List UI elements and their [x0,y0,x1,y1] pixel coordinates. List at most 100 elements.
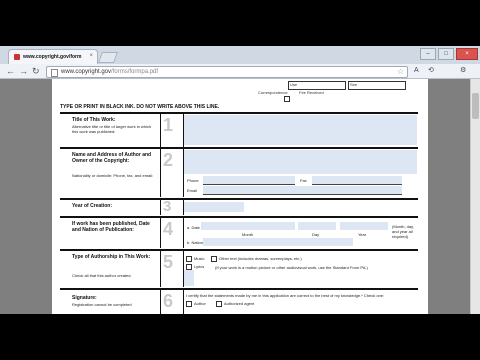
tab-bar: www.copyright.gov/form × – □ × [0,46,480,65]
section-1-number: 1 [163,115,174,135]
lyrics-label: Lyrics [194,264,205,270]
extension-icon[interactable]: ⟲ [428,66,434,76]
section-4-numcol: 4 [160,218,184,248]
bookmark-star-icon[interactable]: ☆ [397,67,404,77]
section-2: Name and Address of Author and Owner of … [60,149,418,197]
music-checkbox[interactable] [186,256,192,262]
phone-field[interactable] [203,176,295,184]
vertical-scrollbar[interactable] [470,79,480,314]
tab-close-icon[interactable]: × [89,53,93,59]
section-4-number: 4 [163,219,174,239]
author-option[interactable]: Author [186,301,206,307]
browser-toolbar: ← → ↻ www.copyright.gov/forms/formpa.pdf… [0,64,480,79]
new-tab-button[interactable] [97,52,119,63]
other-text-label: Other text (includes dramas, screenplays… [219,256,302,262]
form-header: TYPE OR PRINT IN BLACK INK. DO NOT WRITE… [60,104,220,110]
agent-option[interactable]: Authorized agent [216,301,254,307]
date-label: a. Date [187,225,200,230]
agent-label: Authorized agent [224,301,255,307]
page-favicon-icon [14,54,20,60]
scrollbar-thumb[interactable] [472,93,479,119]
section-5-note: Check all that this author created. [72,273,132,278]
use-label: Use [290,82,298,87]
url-host: www.copyright.gov [61,69,112,75]
email-underline [203,194,402,195]
url-text: www.copyright.gov/forms/formpa.pdf [61,67,158,77]
section-1-title: Title of This Work: [72,117,116,123]
correspondence-label: Correspondence [258,90,288,95]
pub-nation-field[interactable] [203,238,353,246]
section-3-title: Year of Creation: [72,203,113,209]
pub-month-field[interactable] [201,222,295,230]
nation-label: b. Nation [187,240,204,245]
fax-label: Fax [300,178,307,183]
section-6-numcol: 6 [160,290,184,314]
maximize-button[interactable]: □ [438,48,454,60]
section-4: If work has been published, Date and Nat… [60,218,418,248]
title-field[interactable] [184,115,417,145]
music-option[interactable]: Music [186,256,204,262]
section-2-numcol: 2 [160,149,184,197]
certify-text: I certify that the statements made by me… [186,293,385,298]
correspondence-checkbox [284,96,290,102]
day-label: Day [312,232,320,237]
minimize-button[interactable]: – [420,48,436,60]
date-required-note: (Month, day, and year all required) [392,224,414,239]
pdf-viewport: Use See Correspondence Fee Received TYPE… [0,79,480,314]
fax-underline [312,184,402,185]
back-icon[interactable]: ← [6,65,15,77]
year-of-creation-field[interactable] [184,202,244,212]
author-checkbox[interactable] [186,301,192,307]
section-5-numcol: 5 [160,251,184,287]
window-controls: – □ × [420,48,478,60]
fee-received-label: Fee Received [299,90,324,95]
section-6: Signature: Registration cannot be comple… [60,290,418,314]
section-5-number: 5 [163,252,174,272]
email-field[interactable] [203,186,402,194]
section-3: Year of Creation: 3 [60,198,418,215]
email-label: Email [187,188,198,193]
section-6-number: 6 [163,291,174,311]
wrench-icon[interactable]: ⚙ [460,66,466,76]
section-5: Type of Authorship in This Work: Check a… [60,251,418,287]
url-path: /forms/formpa.pdf [111,69,159,75]
address-bar[interactable]: www.copyright.gov/forms/formpa.pdf ☆ [46,66,408,78]
section-1-note: Alternative title or title of larger wor… [72,124,152,134]
browser-window: www.copyright.gov/form × – □ × ← → ↻ www… [0,46,480,314]
reload-icon[interactable]: ↻ [32,65,40,77]
section-2-title: Name and Address of Author and Owner of … [72,152,152,164]
other-text-option[interactable]: Other text (includes dramas, screenplays… [211,256,302,262]
phone-label: Phone [187,178,199,183]
translate-icon[interactable]: A [414,66,419,76]
forward-icon[interactable]: → [19,65,28,77]
section-2-note: Nationality or domicile: Phone, fax, and… [72,173,154,178]
section-5-title: Type of Authorship in This Work: [72,254,151,260]
pdf-page: Use See Correspondence Fee Received TYPE… [52,79,428,314]
section-3-numcol: 3 [160,198,184,215]
authorship-field[interactable] [184,270,194,286]
other-text-checkbox[interactable] [211,256,217,262]
pub-day-field[interactable] [298,222,336,230]
fax-field[interactable] [312,176,402,184]
phone-underline [203,184,295,185]
month-label: Month [242,232,254,237]
year-label: Year [358,232,367,237]
section-1: Title of This Work: Alternative title or… [60,114,418,147]
section-1-numcol: 1 [160,114,184,147]
pub-year-field[interactable] [340,222,388,230]
section-6-note: Registration cannot be completed [72,302,132,307]
tab-title: www.copyright.gov/form [23,54,82,60]
author-address-field[interactable] [184,150,417,174]
tab-copyright[interactable]: www.copyright.gov/form × [8,49,98,65]
section-2-number: 2 [163,150,174,170]
agent-checkbox[interactable] [216,301,222,307]
section-6-title: Signature: [72,295,97,301]
section-3-number: 3 [163,198,172,215]
close-window-button[interactable]: × [456,48,478,60]
music-label: Music [194,256,205,262]
author-label: Author [194,301,206,307]
section-4-title: If work has been published, Date and Nat… [72,221,150,233]
see-label: See [350,82,358,87]
page-icon [51,69,58,77]
other-text-note: (If your work is a motion picture or oth… [215,265,368,270]
